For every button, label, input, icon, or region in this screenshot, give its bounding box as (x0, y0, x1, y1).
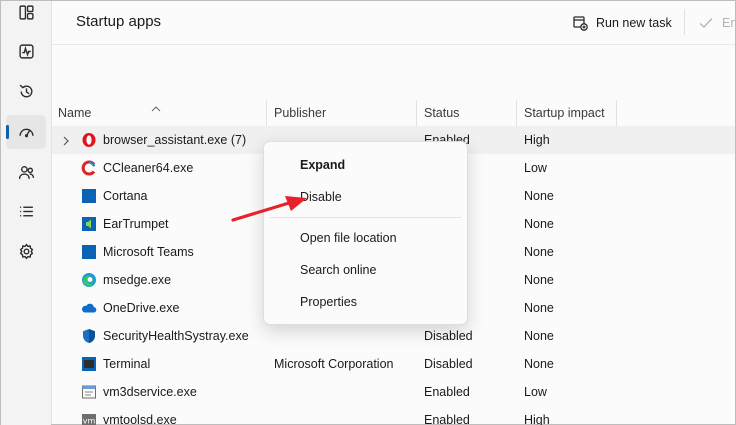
app-name: msedge.exe (103, 273, 172, 287)
menu-item-properties[interactable]: Properties (300, 292, 357, 312)
menu-item-open-file-location[interactable]: Open file location (300, 228, 397, 248)
column-name[interactable]: Name (52, 98, 267, 126)
nav-startup-apps[interactable] (6, 115, 46, 149)
app-status: Disabled (424, 357, 473, 371)
column-status-label: Status (424, 106, 460, 120)
vmware-icon: vm (81, 412, 97, 425)
column-status[interactable]: Status (418, 98, 516, 126)
nav-details[interactable] (6, 194, 46, 228)
nav-services[interactable] (6, 234, 46, 268)
shield-icon (81, 328, 97, 344)
column-name-label: Name (58, 106, 92, 120)
edge-icon (81, 272, 97, 288)
opera-icon (81, 132, 97, 148)
svg-text:vm: vm (83, 417, 96, 425)
run-new-task-icon (573, 16, 588, 31)
app-impact: Low (524, 385, 547, 399)
app-impact: Low (524, 161, 547, 175)
app-name: Cortana (103, 189, 148, 203)
sort-ascending-icon (151, 94, 161, 112)
column-divider[interactable] (616, 100, 617, 126)
app-impact: None (524, 301, 554, 315)
terminal-icon (81, 356, 97, 372)
column-publisher[interactable]: Publisher (268, 98, 416, 126)
app-name: vm3dservice.exe (103, 385, 197, 399)
app-impact: None (524, 273, 554, 287)
app-impact: None (524, 217, 554, 231)
nav-performance[interactable] (6, 34, 46, 68)
column-publisher-label: Publisher (274, 106, 327, 120)
column-divider[interactable] (416, 100, 417, 126)
checkmark-icon (699, 18, 713, 28)
app-name: browser_assistant.exe (7) (103, 133, 247, 147)
service-icon (81, 384, 97, 400)
app-publisher: Microsoft Corporation (274, 357, 394, 371)
app-status: Enabled (424, 385, 470, 399)
app-name: Terminal (103, 357, 151, 371)
menu-item-search-online[interactable]: Search online (300, 260, 376, 280)
performance-icon (18, 43, 34, 59)
app-name: EarTrumpet (103, 217, 169, 231)
command-separator (684, 9, 685, 35)
app-status: Enabled (424, 413, 470, 425)
header: Startup apps Run new task Ena (52, 1, 736, 45)
table-row[interactable]: vm3dservice.exe Enabled Low (52, 378, 735, 406)
sidebar (1, 1, 51, 425)
details-icon (19, 206, 33, 216)
services-icon (19, 242, 33, 260)
app-impact: High (524, 133, 550, 147)
app-name: vmtoolsd.exe (103, 413, 177, 425)
run-new-task-button[interactable]: Run new task (572, 10, 672, 36)
nav-app-history[interactable] (6, 74, 46, 108)
enable-button[interactable]: Ena (698, 10, 736, 36)
table-row[interactable]: Terminal Microsoft Corporation Disabled … (52, 350, 735, 378)
app-impact: None (524, 329, 554, 343)
app-impact: None (524, 189, 554, 203)
app-name: OneDrive.exe (103, 301, 180, 315)
users-icon (18, 165, 34, 179)
app-status: Disabled (424, 329, 473, 343)
onedrive-icon (81, 300, 97, 316)
app-impact: None (524, 357, 554, 371)
table-row[interactable]: vm vmtoolsd.exe Enabled High (52, 406, 735, 425)
chevron-right-icon[interactable] (61, 135, 71, 146)
annotation-arrow-icon (231, 196, 307, 222)
app-name: CCleaner64.exe (103, 161, 194, 175)
column-impact-label: Startup impact (524, 106, 605, 120)
column-header-row: Name Publisher Status Startup impact (52, 98, 735, 126)
page-title: Startup apps (76, 13, 162, 30)
column-startup-impact[interactable]: Startup impact (518, 98, 616, 126)
enable-label: Ena (722, 16, 736, 30)
table-row[interactable]: SecurityHealthSystray.exe Disabled None (52, 322, 735, 350)
context-menu: Expand Disable Open file location Search… (263, 141, 468, 325)
nav-users[interactable] (6, 155, 46, 189)
app-impact: High (524, 413, 550, 425)
app-history-icon (19, 84, 32, 97)
menu-item-expand[interactable]: Expand (300, 155, 345, 175)
app-name: Microsoft Teams (103, 245, 194, 259)
app-name: SecurityHealthSystray.exe (103, 329, 249, 343)
teams-icon (81, 244, 97, 260)
eartrumpet-icon (81, 216, 97, 232)
cortana-icon (81, 188, 97, 204)
column-divider[interactable] (516, 100, 517, 126)
startup-apps-icon (18, 128, 34, 137)
processes-icon (18, 4, 34, 20)
column-divider[interactable] (266, 100, 267, 126)
nav-processes[interactable] (6, 0, 46, 29)
app-impact: None (524, 245, 554, 259)
ccleaner-icon (81, 160, 97, 176)
run-new-task-label: Run new task (596, 16, 672, 30)
